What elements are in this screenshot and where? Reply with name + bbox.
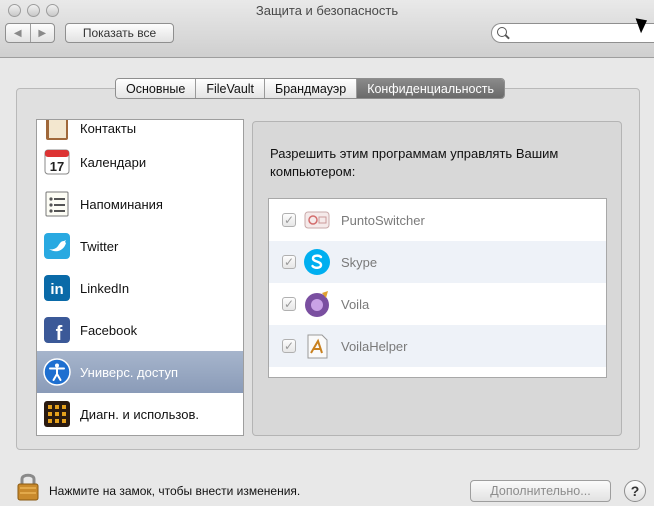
lock-icon[interactable] [16,471,40,501]
app-checkbox[interactable]: ✓ [282,339,296,353]
sidebar-item-facebook[interactable]: f Facebook [37,309,243,351]
linkedin-icon-text: in [50,281,63,298]
skype-icon [304,249,330,275]
sidebar-item-diagnostics[interactable]: Диагн. и использов. [37,393,243,435]
sidebar-item-twitter[interactable]: Twitter [37,225,243,267]
linkedin-icon: in [44,275,70,301]
window-titlebar: Защита и безопасность ◀ ▶ Показать все [0,0,654,58]
sidebar-item-reminders[interactable]: Напоминания [37,183,243,225]
sidebar-item-calendars[interactable]: 17 Календари [37,141,243,183]
app-checkbox[interactable]: ✓ [282,213,296,227]
accessibility-icon [43,358,71,386]
voilahelper-icon [307,334,328,359]
window-title: Защита и безопасность [255,3,399,18]
contacts-icon [46,120,68,140]
app-row-voilahelper[interactable]: ✓ VoilaHelper [269,325,606,367]
tab-general[interactable]: Основные [116,79,196,98]
calendar-icon: 17 [44,149,70,175]
sidebar-item-label: Универс. доступ [80,364,179,380]
tab-bar: Основные FileVault Брандмауэр Конфиденци… [115,78,505,99]
search-input[interactable] [491,23,654,43]
tab-firewall[interactable]: Брандмауэр [264,79,357,98]
calendar-icon-day: 17 [50,159,64,174]
advanced-button[interactable]: Дополнительно... [470,480,611,502]
diagnostics-icon [44,401,70,427]
app-checkbox[interactable]: ✓ [282,297,296,311]
reminders-icon [45,191,69,217]
tab-filevault[interactable]: FileVault [195,79,265,98]
facebook-icon-text: f [56,323,63,344]
app-row-voila[interactable]: ✓ Voila [269,283,606,325]
sidebar-item-label: Напоминания [80,196,163,212]
app-name: VoilaHelper [341,338,408,354]
show-all-button[interactable]: Показать все [65,23,174,43]
back-button[interactable]: ◀ [6,24,30,42]
twitter-icon [44,233,70,259]
sidebar-item-accessibility[interactable]: Универс. доступ [37,351,243,393]
sidebar-item-label: Диагн. и использов. [80,406,199,422]
sidebar-item-linkedin[interactable]: in LinkedIn [37,267,243,309]
sidebar-item-label: Facebook [80,322,138,338]
help-button[interactable]: ? [624,480,646,502]
voila-icon [305,291,329,317]
facebook-icon: f [44,317,70,344]
puntoswitcher-icon [304,211,330,229]
forward-button[interactable]: ▶ [29,24,55,42]
app-row-skype[interactable]: ✓ Skype [269,241,606,283]
permissions-heading: Разрешить этим программам управлять Ваши… [270,146,559,179]
sidebar-item-label: Twitter [80,238,119,254]
app-name: Voila [341,296,370,312]
sidebar-item-label: Календари [80,154,147,170]
app-name: PuntoSwitcher [341,212,425,228]
app-name: Skype [341,254,378,270]
app-permission-list[interactable]: ✓ PuntoSwitcher ✓ Skype ✓ Voila ✓ VoilaH… [268,198,607,378]
search-icon [497,27,507,37]
sidebar-item-label: LinkedIn [80,280,130,296]
sidebar-item-label: Контакты [80,120,137,136]
nav-back-forward: ◀ ▶ [5,23,55,43]
tab-privacy[interactable]: Конфиденциальность [356,79,504,98]
app-row-puntoswitcher[interactable]: ✓ PuntoSwitcher [269,199,606,241]
app-checkbox[interactable]: ✓ [282,255,296,269]
lock-hint-text: Нажмите на замок, чтобы внести изменения… [49,484,301,498]
privacy-category-list[interactable]: Контакты 17 Календари Напоминания Twitte… [36,119,244,436]
